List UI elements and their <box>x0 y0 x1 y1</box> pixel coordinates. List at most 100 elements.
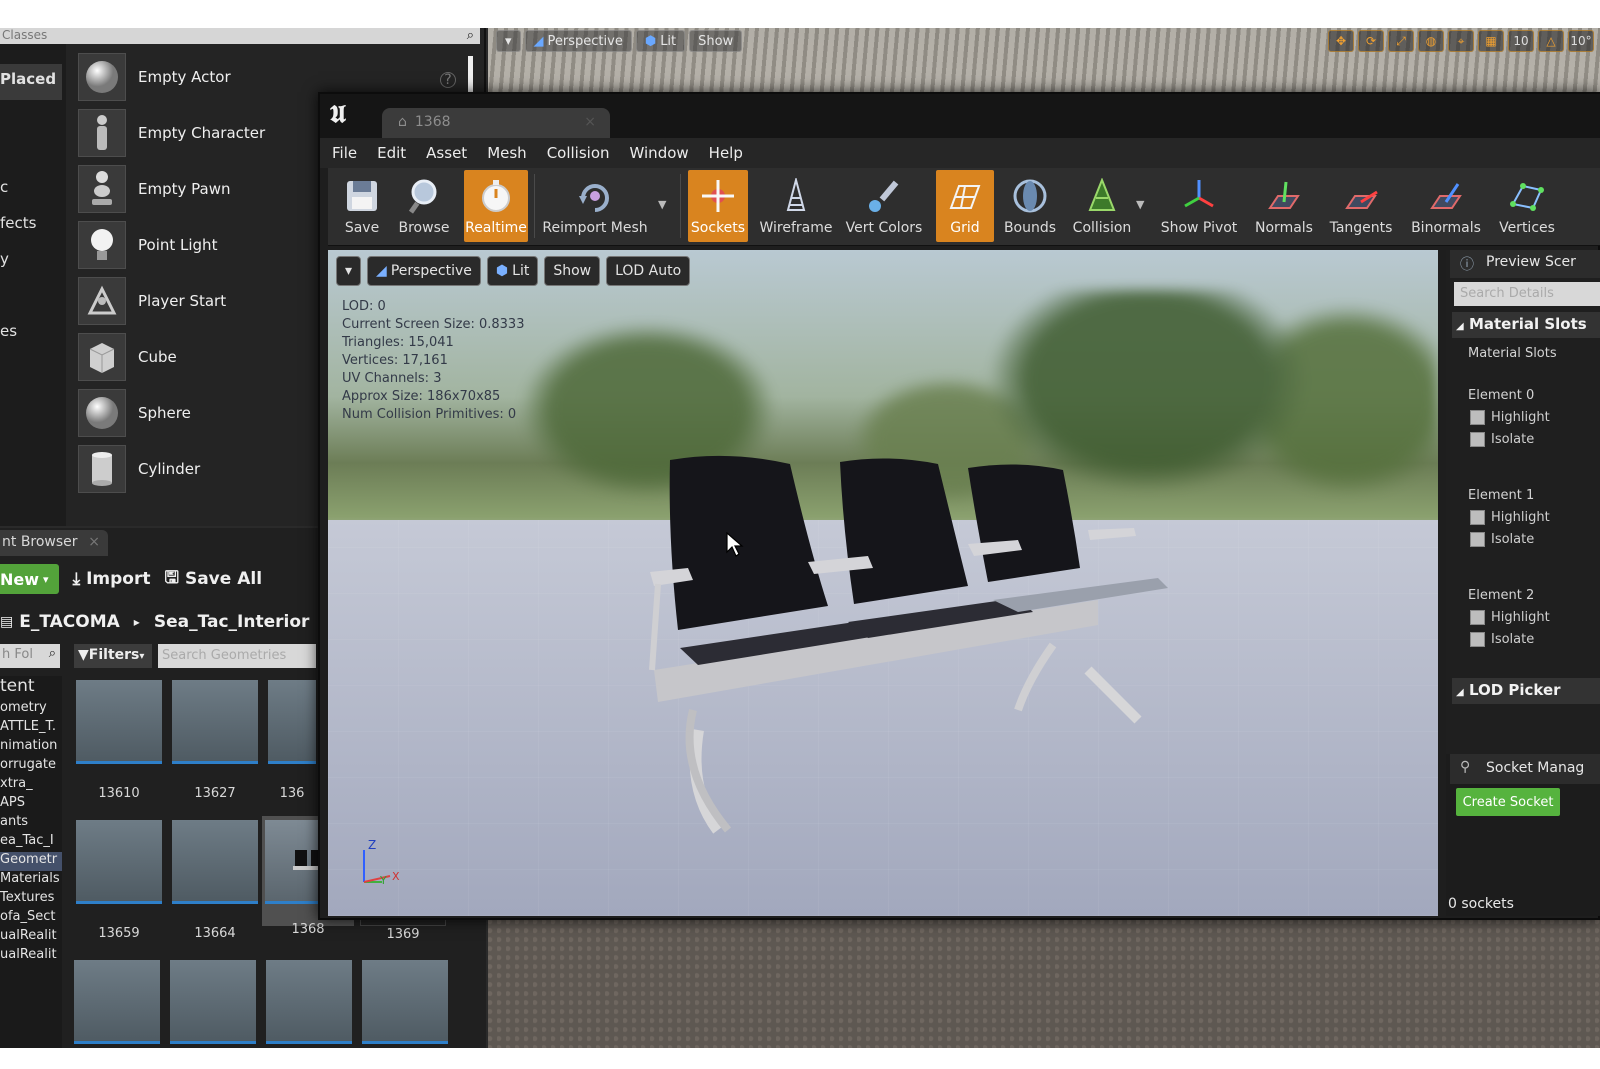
translate-icon[interactable]: ✥ <box>1328 30 1354 52</box>
menu-edit[interactable]: Edit <box>377 144 406 162</box>
folder-tree-item[interactable]: Textures <box>0 890 62 909</box>
category-item[interactable]: fects <box>0 214 36 232</box>
mesh-preview-viewport[interactable]: ▾ ◢ Perspective ⬢ Lit Show LOD Auto LOD: 0… <box>328 250 1438 916</box>
folder-tree-item[interactable]: xtra_ <box>0 776 62 795</box>
folder-tree-item[interactable]: tent <box>0 676 62 700</box>
tangents-toggle[interactable]: Tangents <box>1326 170 1396 242</box>
asset-tile[interactable]: 13664 <box>172 820 258 941</box>
asset-tile[interactable] <box>362 960 448 1044</box>
save-button[interactable]: Save <box>332 170 392 242</box>
folder-tree-item[interactable]: ea_Tac_I <box>0 833 62 852</box>
highlight-checkbox[interactable]: Highlight <box>1470 410 1550 425</box>
reimport-mesh-button[interactable]: Reimport Mesh <box>540 170 650 242</box>
material-slots-section[interactable]: ◢ Material Slots <box>1452 312 1600 338</box>
folder-tree-item[interactable]: nimation <box>0 738 62 757</box>
asset-tile[interactable] <box>266 960 352 1044</box>
breadcrumb-item[interactable]: E_TACOMA <box>19 612 120 632</box>
folder-tree-item[interactable]: ualRealit <box>0 928 62 947</box>
folder-tree-item[interactable]: Materials <box>0 871 62 890</box>
surface-snap-icon[interactable]: ⌖ <box>1448 30 1474 52</box>
grid-snap-icon[interactable]: ▦ <box>1478 30 1504 52</box>
menu-collision[interactable]: Collision <box>547 144 610 162</box>
grid-size-value[interactable]: 10 <box>1508 30 1534 52</box>
asset-tile[interactable]: 136 <box>268 680 316 801</box>
menu-window[interactable]: Window <box>630 144 689 162</box>
folder-tree-item[interactable]: APS <box>0 795 62 814</box>
folder-tree-item[interactable]: ometry <box>0 700 62 719</box>
content-browser-tab[interactable]: nt Browser × <box>0 530 108 556</box>
socket-manager-tab[interactable]: ⚲ Socket Manag <box>1450 754 1600 784</box>
filters-button[interactable]: ▼Filters▾ <box>74 644 152 668</box>
folder-tree-item[interactable]: ants <box>0 814 62 833</box>
lod-picker-section[interactable]: ◢ LOD Picker <box>1452 678 1600 704</box>
menu-mesh[interactable]: Mesh <box>487 144 527 162</box>
asset-tab[interactable]: ⌂ 1368 × <box>382 108 610 138</box>
highlight-checkbox[interactable]: Highlight <box>1470 610 1550 625</box>
lit-button[interactable]: ⬢ Lit <box>486 256 539 286</box>
breadcrumb-item[interactable]: Sea_Tac_Interior <box>154 612 310 632</box>
level-lit-button[interactable]: ⬢ Lit <box>635 30 686 52</box>
angle-snap-icon[interactable]: △ <box>1538 30 1564 52</box>
angle-size-value[interactable]: 10° <box>1568 30 1594 52</box>
save-all-button[interactable]: 🖫 Save All <box>164 565 262 594</box>
import-button[interactable]: ⤓ Import <box>73 569 151 589</box>
asset-tile[interactable]: 13610 <box>76 680 162 801</box>
folder-tree-item-selected[interactable]: Geometr <box>0 852 62 871</box>
asset-search-input[interactable]: Search Geometries <box>158 644 316 668</box>
menu-help[interactable]: Help <box>709 144 743 162</box>
isolate-checkbox[interactable]: Isolate <box>1470 632 1534 647</box>
show-button[interactable]: Show <box>544 256 601 286</box>
asset-tile[interactable]: 13627 <box>172 680 258 801</box>
folder-tree-item[interactable]: ualRealit <box>0 947 62 966</box>
asset-tile[interactable] <box>74 960 160 1044</box>
show-pivot-toggle[interactable]: Show Pivot <box>1158 170 1240 242</box>
details-search-input[interactable]: Search Details <box>1454 282 1600 306</box>
vertices-toggle[interactable]: Vertices <box>1494 170 1560 242</box>
scale-icon[interactable]: ⤢ <box>1388 30 1414 52</box>
add-new-button[interactable]: New ▾ <box>0 564 59 594</box>
bounds-toggle[interactable]: Bounds <box>1000 170 1060 242</box>
chevron-down-icon[interactable]: ▼ <box>1136 198 1144 211</box>
category-item[interactable]: es <box>0 322 17 340</box>
chevron-down-icon[interactable]: ▼ <box>658 198 666 211</box>
world-icon[interactable]: ◍ <box>1418 30 1444 52</box>
category-placed[interactable]: Placed <box>0 64 62 100</box>
level-perspective-button[interactable]: ◢ Perspective <box>524 30 632 52</box>
lod-auto-button[interactable]: LOD Auto <box>606 256 691 286</box>
normals-toggle[interactable]: Normals <box>1254 170 1314 242</box>
isolate-checkbox[interactable]: Isolate <box>1470 532 1534 547</box>
folder-tree-item[interactable]: orrugate <box>0 757 62 776</box>
binormals-toggle[interactable]: Binormals <box>1408 170 1484 242</box>
browse-button[interactable]: Browse <box>394 170 454 242</box>
close-icon[interactable]: × <box>88 534 100 550</box>
socket-count: 0 sockets <box>1448 896 1514 912</box>
grid-toggle[interactable]: Grid <box>936 170 994 242</box>
chevron-down-icon: ▾ <box>345 263 353 279</box>
preview-scene-tab[interactable]: ⓘ Preview Scer <box>1450 250 1600 278</box>
sockets-toggle[interactable]: Sockets <box>688 170 748 242</box>
classes-search-input[interactable]: Classes ⌕ <box>0 28 480 44</box>
folder-tree-item[interactable]: ofa_Sect <box>0 909 62 928</box>
category-item[interactable]: y <box>0 250 9 268</box>
category-item[interactable]: c <box>0 178 8 196</box>
folder-search-input[interactable]: h Fol ⌕ <box>0 644 60 668</box>
level-show-button[interactable]: Show <box>689 30 743 52</box>
create-socket-button[interactable]: Create Socket <box>1456 788 1560 816</box>
close-icon[interactable]: × <box>584 114 596 130</box>
perspective-button[interactable]: ◢ Perspective <box>367 256 481 286</box>
editor-titlebar[interactable]: 𝖀 ⌂ 1368 × <box>320 94 1600 138</box>
asset-tile[interactable]: 13659 <box>76 820 162 941</box>
collision-toggle[interactable]: Collision <box>1068 170 1136 242</box>
wireframe-toggle[interactable]: Wireframe <box>758 170 834 242</box>
realtime-toggle[interactable]: Realtime <box>464 170 528 242</box>
isolate-checkbox[interactable]: Isolate <box>1470 432 1534 447</box>
vert-colors-toggle[interactable]: Vert Colors <box>842 170 926 242</box>
highlight-checkbox[interactable]: Highlight <box>1470 510 1550 525</box>
menu-file[interactable]: File <box>332 144 357 162</box>
menu-asset[interactable]: Asset <box>426 144 467 162</box>
asset-tile[interactable] <box>170 960 256 1044</box>
level-options-button[interactable]: ▾ <box>496 30 521 52</box>
folder-tree-item[interactable]: ATTLE_T. <box>0 719 62 738</box>
rotate-icon[interactable]: ⟳ <box>1358 30 1384 52</box>
viewport-options-button[interactable]: ▾ <box>336 256 362 286</box>
